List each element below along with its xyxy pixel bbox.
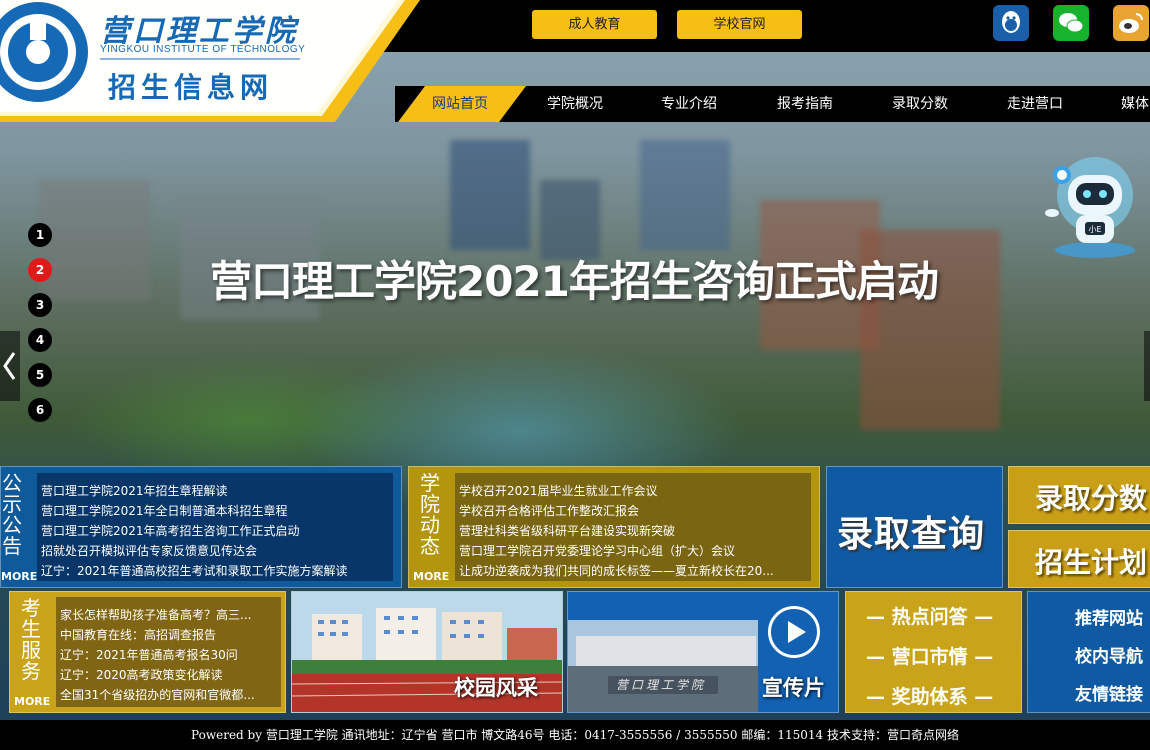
site-name: 招生信息网 xyxy=(108,71,274,104)
banner-building xyxy=(450,140,530,250)
list-item[interactable]: 家长怎样帮助孩子准备高考？高三... xyxy=(60,605,255,625)
robot-icon: 小E xyxy=(1045,157,1135,258)
weibo-icon[interactable] xyxy=(1113,5,1149,41)
list-item[interactable]: 中国教育在线：高招调查报告 xyxy=(60,625,255,645)
list-item[interactable]: 营口理工学院2021年全日制普通本科招生章程 xyxy=(41,501,348,521)
list-item[interactable]: 辽宁：2020高考政策变化解读 xyxy=(60,665,255,685)
list-item[interactable]: 营口理工学院2021年高考招生咨询工作正式启动 xyxy=(41,521,348,541)
nav-item-yingkou[interactable]: 走进营口 xyxy=(1007,86,1063,122)
play-icon[interactable] xyxy=(768,606,820,658)
list-item[interactable]: 辽宁：2021年普通高校招生考试和录取工作实施方案解读 xyxy=(41,561,348,581)
recommended-sites-link[interactable]: 推荐网站 xyxy=(1075,604,1143,629)
campus-navigation-link[interactable]: 校内导航 xyxy=(1075,642,1143,667)
news-panel: 学院动态 MORE 学校召开2021届毕业生就业工作会议 学校召开合格评估工作整… xyxy=(408,466,820,588)
wechat-icon[interactable] xyxy=(1053,5,1089,41)
nav-item-majors[interactable]: 专业介绍 xyxy=(661,86,717,122)
student-service-panel: 考生服务 MORE 家长怎样帮助孩子准备高考？高三... 中国教育在线：高招调查… xyxy=(9,591,286,713)
announcements-title: 公示公告 xyxy=(2,471,22,558)
friendly-links-link[interactable]: 友情链接 xyxy=(1075,680,1143,705)
yingkou-info-link[interactable]: — 营口市情 — xyxy=(866,642,993,669)
announcements-panel: 公示公告 MORE 营口理工学院2021年招生章程解读 营口理工学院2021年全… xyxy=(0,466,402,588)
slide-dot[interactable]: 1 xyxy=(28,223,52,247)
news-list-area: 学校召开2021届毕业生就业工作会议 学校召开合格评估工作整改汇报会 营理社科类… xyxy=(455,473,811,581)
adult-education-button[interactable]: 成人教育 xyxy=(532,10,657,39)
list-item[interactable]: 辽宁：2021年普通高考报名30问 xyxy=(60,645,255,665)
banner-building xyxy=(640,140,730,250)
prev-slide-button[interactable] xyxy=(0,331,20,401)
chevron-left-icon xyxy=(3,352,16,380)
admission-query-tile[interactable]: 录取查询 xyxy=(826,466,1003,588)
enrollment-plan-label: 招生计划 xyxy=(1035,546,1148,579)
list-item[interactable]: 全国31个省级招办的官网和官微都... xyxy=(60,685,255,705)
chat-robot-button[interactable]: 小E xyxy=(1040,155,1140,260)
list-item[interactable]: 让成功逆袭成为我们共同的成长标签——夏立新校长在20... xyxy=(459,561,774,581)
slide-dot[interactable]: 5 xyxy=(28,363,52,387)
news-more-link[interactable]: MORE xyxy=(413,570,449,583)
admission-score-tile[interactable]: 录取分数 xyxy=(1008,466,1150,524)
school-website-button[interactable]: 学校官网 xyxy=(677,10,802,39)
list-item[interactable]: 营口理工学院召开党委理论学习中心组（扩大）会议 xyxy=(459,541,774,561)
list-item[interactable]: 营口理工学院2021年招生章程解读 xyxy=(41,481,348,501)
news-title: 学院动态 xyxy=(420,471,440,558)
school-seal-icon xyxy=(0,2,88,102)
qq-icon[interactable] xyxy=(993,5,1029,41)
admission-score-label: 录取分数 xyxy=(1035,482,1148,515)
list-item[interactable]: 学校召开合格评估工作整改汇报会 xyxy=(459,501,774,521)
quick-info-panel: — 热点问答 — — 营口市情 — — 奖助体系 — xyxy=(845,591,1022,713)
student-service-more-link[interactable]: MORE xyxy=(14,695,50,708)
promo-video-label: 宣传片 xyxy=(762,676,825,700)
campus-scenery-label: 校园风采 xyxy=(454,676,538,700)
nav-item-scores[interactable]: 录取分数 xyxy=(892,86,948,122)
robot-label: 小E xyxy=(1088,225,1101,234)
student-service-list-area: 家长怎样帮助孩子准备高考？高三... 中国教育在线：高招调查报告 辽宁：2021… xyxy=(56,597,281,707)
nav-item-home[interactable]: 网站首页 xyxy=(432,86,488,122)
enrollment-plan-tile[interactable]: 招生计划 xyxy=(1008,530,1150,588)
admission-query-label: 录取查询 xyxy=(837,514,986,555)
logo-panel[interactable]: 营口理工学院 YINGKOU INSTITUTE OF TECHNOLOGY 招… xyxy=(0,0,420,122)
announcements-list-area: 营口理工学院2021年招生章程解读 营口理工学院2021年全日制普通本科招生章程… xyxy=(37,473,393,581)
slide-dot-active[interactable]: 2 xyxy=(28,258,52,282)
banner-building xyxy=(40,180,150,300)
slide-dot[interactable]: 6 xyxy=(28,398,52,422)
slide-dot[interactable]: 4 xyxy=(28,328,52,352)
financial-aid-link[interactable]: — 奖助体系 — xyxy=(866,682,993,709)
gate-inscription: 营口理工学院 xyxy=(616,678,707,692)
promo-video-tile[interactable]: 营口理工学院 宣传片 xyxy=(567,591,839,713)
nav-item-guide[interactable]: 报考指南 xyxy=(777,86,833,122)
list-item[interactable]: 营理社科类省级科研平台建设实现新突破 xyxy=(459,521,774,541)
nav-item-media[interactable]: 媒体 xyxy=(1121,86,1149,122)
nav-item-about[interactable]: 学院概况 xyxy=(547,86,603,122)
hot-qa-link[interactable]: — 热点问答 — xyxy=(866,602,993,629)
campus-scenery-tile[interactable]: 校园风采 xyxy=(291,591,563,713)
next-slide-button[interactable] xyxy=(1144,331,1150,401)
footer: Powered by 营口理工学院 通讯地址：辽宁省 营口市 博文路46号 电话… xyxy=(0,720,1150,750)
banner-headline[interactable]: 营口理工学院2021年招生咨询正式启动 xyxy=(210,248,939,309)
slide-dot[interactable]: 3 xyxy=(28,293,52,317)
list-item[interactable]: 学校召开2021届毕业生就业工作会议 xyxy=(459,481,774,501)
announcements-more-link[interactable]: MORE xyxy=(1,570,37,583)
links-panel: 推荐网站 校内导航 友情链接 xyxy=(1027,591,1150,713)
student-service-title: 考生服务 xyxy=(21,596,41,683)
list-item[interactable]: 招就处召开模拟评估专家反馈意见传达会 xyxy=(41,541,348,561)
school-name-english: YINGKOU INSTITUTE OF TECHNOLOGY xyxy=(100,44,306,55)
